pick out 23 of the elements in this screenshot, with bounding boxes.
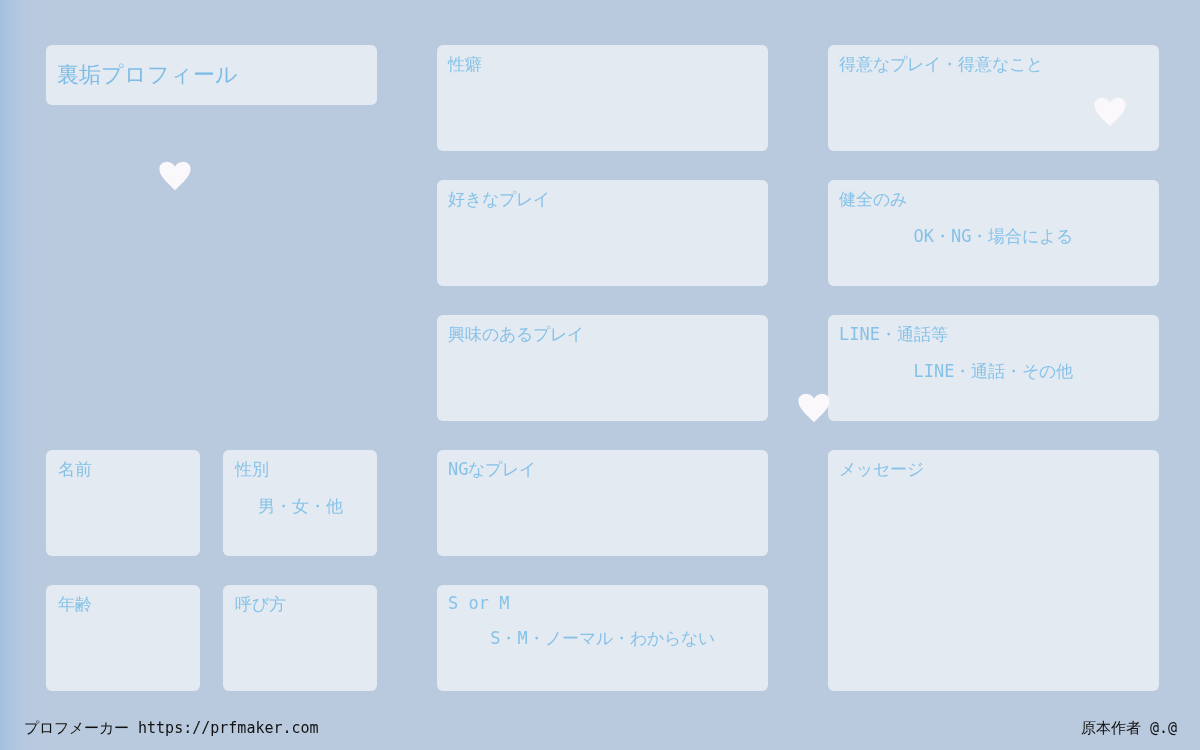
heart-icon <box>158 160 192 192</box>
field-label: 性別 <box>235 458 269 481</box>
field-label: 性癖 <box>448 53 482 76</box>
field-label: 年齢 <box>58 593 92 616</box>
field-options: S・M・ノーマル・わからない <box>490 627 715 650</box>
field-label: 好きなプレイ <box>448 188 550 211</box>
field-label: 呼び方 <box>235 593 286 616</box>
author-credit: 原本作者 @.@ <box>1080 719 1177 738</box>
field-options: OK・NG・場合による <box>913 225 1074 248</box>
profile-title: 裏垢プロフィール <box>46 45 377 105</box>
field-label: 得意なプレイ・得意なこと <box>839 53 1043 76</box>
heart-icon <box>797 392 831 424</box>
field-label: LINE・通話等 <box>839 323 948 346</box>
field-label: NGなプレイ <box>448 458 537 481</box>
field-options: LINE・通話・その他 <box>913 360 1074 383</box>
site-credit: プロフメーカー https://prfmaker.com <box>24 719 319 738</box>
field-options: 男・女・他 <box>258 495 343 518</box>
field-label: メッセージ <box>839 458 924 481</box>
field-label: 健全のみ <box>839 188 907 211</box>
field-label: 興味のあるプレイ <box>448 323 584 346</box>
field-label: 名前 <box>58 458 92 481</box>
field-label: S or M <box>448 593 510 613</box>
heart-icon <box>1093 96 1127 128</box>
